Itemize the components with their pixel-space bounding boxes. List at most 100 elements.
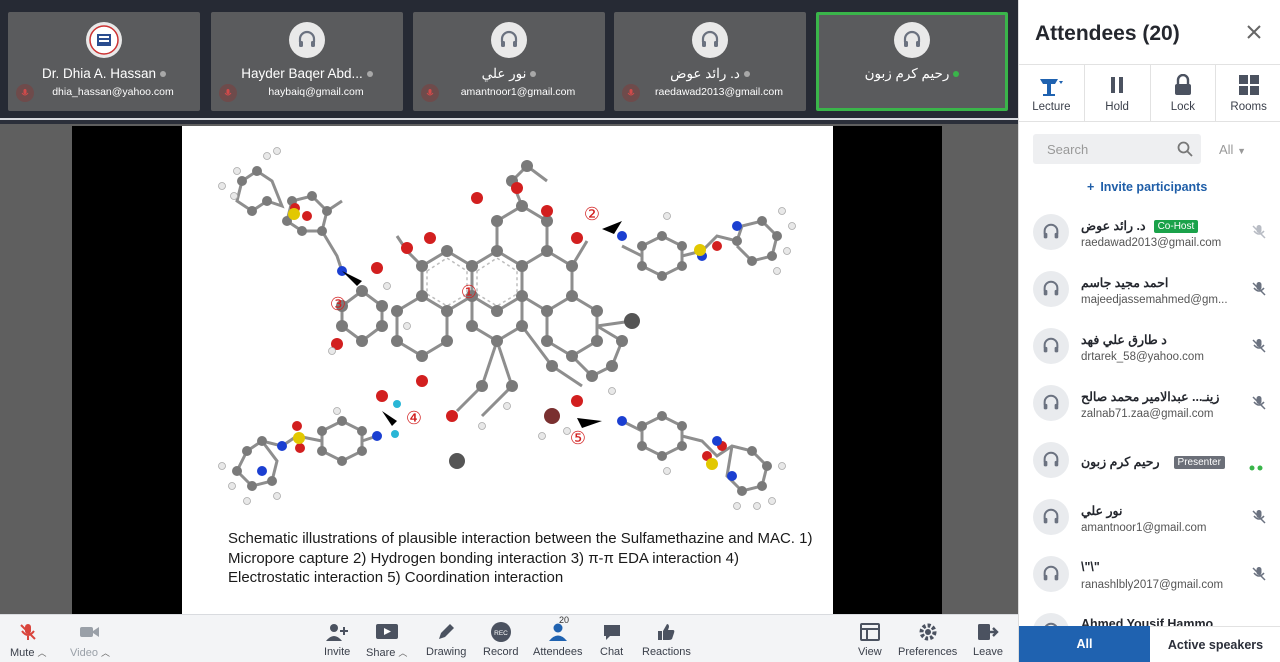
headset-icon [1033, 328, 1069, 364]
tab-all[interactable]: All [1019, 626, 1150, 662]
attendee-tabs: All Active speakers [1019, 626, 1280, 662]
slide-label-4: ④ [406, 408, 422, 429]
participant-name: Hayder Baqer Abd... [241, 66, 363, 81]
attendees-button[interactable]: 20 Attendees [533, 615, 583, 661]
mute-button[interactable]: Mute ︿ [10, 621, 46, 661]
record-button[interactable]: REC Record [483, 621, 518, 661]
video-camera-icon [79, 621, 101, 643]
gear-icon [918, 621, 938, 643]
headset-icon [1033, 214, 1069, 250]
participant-email: haybaiq@gmail.com [268, 86, 364, 98]
view-button[interactable]: View [858, 621, 882, 661]
invite-button[interactable]: Invite [324, 621, 350, 661]
attendee-email: zalnab71.zaa@gmail.com [1081, 408, 1214, 420]
attendee-name: رحيم كرم زبون [1081, 455, 1160, 469]
university-logo-avatar [86, 22, 122, 58]
participant-tile[interactable]: نور علي amantnoor1@gmail.com [413, 12, 605, 111]
attendee-email: drtarek_58@yahoo.com [1081, 351, 1204, 363]
webex-meeting-window: Dr. Dhia A. Hassan dhia_hassan@yahoo.com… [0, 0, 1280, 662]
muted-mic-icon[interactable] [1251, 395, 1267, 416]
attendee-row[interactable]: نور علي amantnoor1@gmail.com [1019, 489, 1280, 545]
lecture-label: Lecture [1032, 101, 1071, 113]
participant-name: Dr. Dhia A. Hassan [41, 66, 157, 81]
participant-name: رحيم كرم زبون [864, 66, 950, 81]
slide-label-5: ⑤ [570, 428, 586, 449]
view-label: View [858, 646, 882, 658]
search-icon[interactable] [1177, 141, 1193, 162]
hold-button[interactable]: Hold [1085, 65, 1151, 121]
lock-button[interactable]: Lock [1151, 65, 1217, 121]
muted-mic-icon[interactable] [1251, 281, 1267, 302]
share-button[interactable]: Share ︿ [366, 621, 407, 661]
leave-button[interactable]: Leave [973, 621, 1003, 661]
preferences-label: Preferences [898, 646, 958, 658]
attendee-name: \"\" [1081, 560, 1100, 574]
video-button[interactable]: Video ︿ [70, 621, 110, 661]
invite-participants-label: Invite participants [1100, 180, 1208, 194]
search-input[interactable] [1033, 134, 1173, 164]
chevron-up-icon: ︿ [398, 648, 408, 658]
attendee-name: د طارق علي فهد [1081, 333, 1167, 347]
attendee-name: احمد مجيد جاسم [1081, 276, 1169, 290]
preferences-button[interactable]: Preferences [898, 621, 957, 661]
lectern-icon [1038, 73, 1064, 97]
status-dot [366, 71, 373, 78]
molecular-interaction-diagram: ① ② ③ ④ ⑤ [218, 147, 796, 510]
chevron-down-icon: ▼ [1237, 146, 1246, 156]
attendee-row[interactable]: احمد مجيد جاسم majeedjassemahmed@gm... [1019, 261, 1280, 317]
invite-participants-link[interactable]: + Invite participants [1087, 180, 1207, 194]
attendees-panel: Attendees (20) Lecture Hold Lock Rooms A [1018, 0, 1280, 662]
video-label: Video [70, 647, 98, 659]
chevron-up-icon: ︿ [100, 648, 110, 658]
participant-tile[interactable]: د. رائد عوض raedawad2013@gmail.com [614, 12, 806, 111]
slide-caption: Schematic illustrations of plausible int… [228, 530, 813, 586]
hold-label: Hold [1105, 101, 1129, 113]
chat-button[interactable]: Chat [600, 621, 623, 661]
attendee-row[interactable]: د طارق علي فهد drtarek_58@yahoo.com [1019, 318, 1280, 374]
attendee-row[interactable]: رحيم كرم زبون Presenter [1019, 432, 1280, 488]
muted-mic-icon[interactable] [1251, 338, 1267, 359]
attendee-row[interactable]: د. رائد عوض Co-Host raedawad2013@gmail.co… [1019, 204, 1280, 260]
headset-icon [1033, 499, 1069, 535]
participant-tile[interactable]: Hayder Baqer Abd... haybaiq@gmail.com [211, 12, 403, 111]
slide-label-3: ③ [330, 294, 346, 315]
attendee-row[interactable]: \"\" ranashlbly2017@gmail.com [1019, 546, 1280, 602]
active-speaker-tile[interactable]: رحيم كرم زبون [816, 12, 1008, 111]
thumbs-up-icon [656, 621, 676, 643]
status-dot [160, 71, 167, 78]
chat-label: Chat [600, 646, 624, 658]
attendee-row[interactable]: Ahmed Yousif Hammo... [1019, 603, 1280, 626]
mute-label: Mute [10, 647, 35, 659]
share-screen-icon [375, 621, 399, 643]
muted-mic-icon[interactable] [1251, 566, 1267, 587]
muted-mic-icon[interactable] [1251, 509, 1267, 530]
tab-active-speakers[interactable]: Active speakers [1150, 626, 1280, 662]
drawing-label: Drawing [426, 646, 467, 658]
speaking-indicator-icon [1249, 458, 1263, 476]
rooms-button[interactable]: Rooms [1216, 65, 1280, 121]
record-label: Record [483, 646, 519, 658]
lock-label: Lock [1170, 101, 1196, 113]
meeting-toolbar: Mute ︿ Video ︿ Invite Share ︿ Drawing REC R… [0, 614, 1018, 662]
rec-badge: REC [494, 630, 508, 637]
reactions-button[interactable]: Reactions [642, 621, 691, 661]
headset-icon [1033, 271, 1069, 307]
attendee-row[interactable]: زينـ... عبدالامير محمد صالح zalnab71.zaa… [1019, 375, 1280, 431]
attendee-name: نور علي [1081, 504, 1123, 518]
drawing-button[interactable]: Drawing [426, 621, 466, 661]
attendee-email: raedawad2013@gmail.com [1081, 237, 1222, 249]
lock-icon [1173, 73, 1193, 97]
headset-icon [692, 22, 728, 58]
lecture-button[interactable]: Lecture [1019, 65, 1085, 121]
status-dot [530, 71, 537, 78]
cohost-badge: Co-Host [1153, 220, 1199, 233]
attendee-email: ranashlbly2017@gmail.com [1081, 579, 1224, 591]
participant-tile[interactable]: Dr. Dhia A. Hassan dhia_hassan@yahoo.com [8, 12, 200, 111]
headset-icon [894, 22, 930, 58]
presentation-slide: ① ② ③ ④ ⑤ Schematic illustrations of pla… [182, 126, 833, 614]
headset-icon [1033, 442, 1069, 478]
layout-grid-icon [859, 621, 880, 643]
attendee-filter-dropdown[interactable]: All ▼ [1219, 142, 1246, 157]
close-icon[interactable] [1244, 22, 1264, 42]
muted-mic-icon[interactable] [1251, 224, 1267, 245]
